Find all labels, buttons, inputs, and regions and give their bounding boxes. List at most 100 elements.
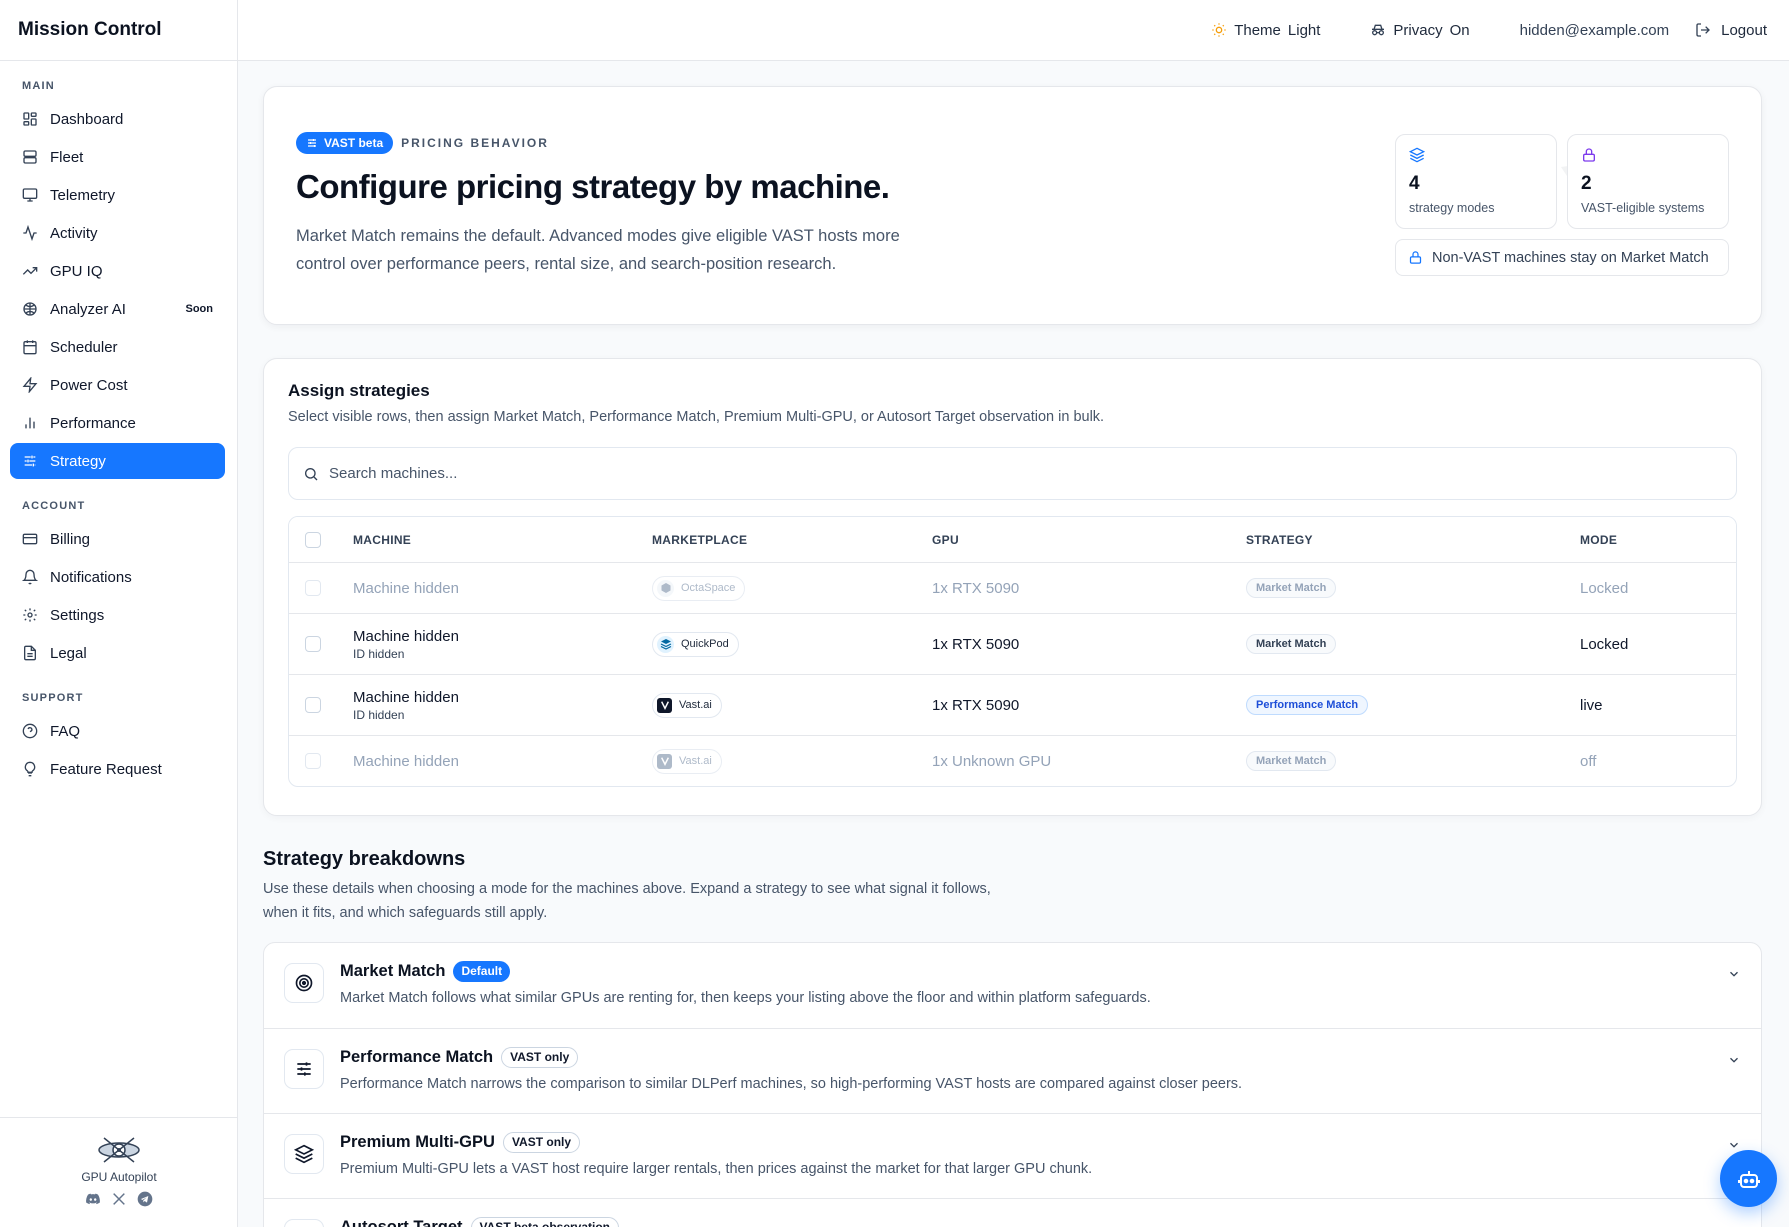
row-checkbox[interactable] <box>305 636 321 652</box>
marketplace-name: Vast.ai <box>679 699 712 711</box>
logout-icon <box>1695 22 1711 38</box>
strategy-badge: Market Match <box>1246 751 1337 771</box>
sidebar-item-label: Notifications <box>50 568 132 586</box>
sidebar-item-faq[interactable]: FAQ <box>10 713 225 749</box>
strategy-description: Premium Multi-GPU lets a VAST host requi… <box>340 1161 1093 1177</box>
table-header: MACHINE MARKETPLACE GPU STRATEGY MODE <box>289 517 1736 562</box>
chevron-down-icon[interactable] <box>1727 967 1741 981</box>
select-all-checkbox[interactable] <box>305 531 321 548</box>
hero-description: Market Match remains the default. Advanc… <box>296 227 900 273</box>
mode-cell: off <box>1580 752 1597 770</box>
sidebar-item-feature-request[interactable]: Feature Request <box>10 751 225 787</box>
column-header-machine[interactable]: MACHINE <box>353 533 652 547</box>
discord-icon[interactable] <box>85 1191 101 1207</box>
main-content: VAST beta PRICING BEHAVIOR Configure pri… <box>238 61 1789 1227</box>
accordion-item-performance-match[interactable]: Performance Match VAST only Performance … <box>264 1028 1761 1113</box>
row-checkbox[interactable] <box>305 753 321 769</box>
chevron-down-icon[interactable] <box>1727 1053 1741 1067</box>
sidebar-item-strategy[interactable]: Strategy <box>10 443 225 479</box>
vast-beta-text: VAST beta <box>324 136 384 150</box>
nav-section-main: MAIN <box>22 80 55 92</box>
machine-name: Machine hidden <box>353 752 459 770</box>
sun-icon <box>1211 22 1227 38</box>
incognito-icon <box>1370 22 1386 38</box>
soon-badge: Soon <box>185 303 214 315</box>
lock-icon <box>1581 147 1715 163</box>
social-links <box>85 1191 153 1207</box>
strategy-title: Autosort Target <box>340 1218 463 1227</box>
row-checkbox[interactable] <box>305 580 321 596</box>
telegram-icon[interactable] <box>137 1191 153 1207</box>
machine-name: Machine hidden <box>353 579 459 597</box>
user-email: hidden@example.com <box>1519 21 1670 39</box>
monitor-icon <box>22 187 38 203</box>
search-input[interactable] <box>329 465 1722 482</box>
sidebar-item-legal[interactable]: Legal <box>10 635 225 671</box>
sidebar-item-notifications[interactable]: Notifications <box>10 559 225 595</box>
table-row[interactable]: Machine hidden OctaSpace 1x RTX 5090 Mar… <box>289 562 1736 613</box>
nav-section-support: SUPPORT <box>22 692 84 704</box>
sidebar-item-label: Settings <box>50 606 105 624</box>
sidebar-item-performance[interactable]: Performance <box>10 405 225 441</box>
column-header-gpu[interactable]: GPU <box>932 533 1246 547</box>
logout-label: Logout <box>1721 21 1767 39</box>
robot-icon <box>1737 1167 1761 1191</box>
sidebar-item-label: Dashboard <box>50 110 124 128</box>
assign-strategies-card: Assign strategies Select visible rows, t… <box>263 358 1762 816</box>
strategy-badge: Performance Match <box>1246 695 1369 715</box>
gear-icon <box>22 607 38 623</box>
sidebar-item-scheduler[interactable]: Scheduler <box>10 329 225 365</box>
sidebar-item-power-cost[interactable]: Power Cost <box>10 367 225 403</box>
accordion-item-premium-multi-gpu[interactable]: Premium Multi-GPU VAST only Premium Mult… <box>264 1113 1761 1198</box>
theme-toggle[interactable]: Theme Light <box>1211 22 1320 39</box>
vast-logo-icon <box>657 697 672 713</box>
bar-chart-icon <box>22 415 38 431</box>
strategy-title: Market Match <box>340 962 446 980</box>
sliders-icon <box>306 137 318 149</box>
sidebar-item-billing[interactable]: Billing <box>10 521 225 557</box>
stat-vast-eligible: 2 VAST-eligible systems <box>1567 134 1729 229</box>
autopilot-logo <box>94 1132 144 1166</box>
x-twitter-icon[interactable] <box>111 1191 127 1207</box>
column-header-strategy[interactable]: STRATEGY <box>1246 533 1580 547</box>
layers-icon <box>1409 147 1543 163</box>
sidebar-item-settings[interactable]: Settings <box>10 597 225 633</box>
logout-button[interactable]: Logout <box>1695 22 1767 39</box>
layers-icon <box>294 1144 314 1164</box>
sidebar-item-analyzer-ai[interactable]: Analyzer AI Soon <box>10 291 225 327</box>
sidebar-item-activity[interactable]: Activity <box>10 215 225 251</box>
strategy-description: Market Match follows what similar GPUs a… <box>340 990 1151 1006</box>
privacy-toggle[interactable]: Privacy On <box>1370 21 1470 39</box>
accordion-item-autosort-target[interactable]: Autosort Target VAST beta observation <box>264 1198 1761 1227</box>
chevron-down-icon[interactable] <box>1727 1138 1741 1152</box>
column-header-mode[interactable]: MODE <box>1580 533 1736 547</box>
strategy-badge: Market Match <box>1246 578 1337 598</box>
sidebar-item-gpu-iq[interactable]: GPU IQ <box>10 253 225 289</box>
calendar-icon <box>22 339 38 355</box>
sliders-icon <box>22 453 38 469</box>
activity-icon <box>22 225 38 241</box>
search-box[interactable] <box>288 447 1737 500</box>
table-row[interactable]: Machine hidden ID hidden QuickPod 1x RTX… <box>289 613 1736 674</box>
privacy-label: Privacy <box>1393 21 1443 39</box>
sidebar-item-fleet[interactable]: Fleet <box>10 139 225 175</box>
machine-name: Machine hidden <box>353 688 459 706</box>
strategy-description: Performance Match narrows the comparison… <box>340 1076 1243 1092</box>
table-row[interactable]: Machine hidden ID hidden Vast.ai 1x RTX … <box>289 674 1736 735</box>
assistant-bot-button[interactable] <box>1720 1150 1777 1207</box>
vast-beta-badge: VAST beta <box>296 132 394 154</box>
theme-label: Theme <box>1234 21 1281 39</box>
search-icon <box>303 466 319 482</box>
theme-value: Light <box>1287 21 1321 39</box>
hero-card: VAST beta PRICING BEHAVIOR Configure pri… <box>263 86 1762 325</box>
column-header-marketplace[interactable]: MARKETPLACE <box>652 533 932 547</box>
brain-icon <box>22 301 38 317</box>
table-row[interactable]: Machine hidden Vast.ai 1x Unknown GPU Ma… <box>289 735 1736 786</box>
strategy-accordion: Market Match Default Market Match follow… <box>263 942 1762 1227</box>
accordion-item-market-match[interactable]: Market Match Default Market Match follow… <box>264 943 1761 1028</box>
vast-only-badge: VAST only <box>501 1047 579 1068</box>
assign-title: Assign strategies <box>288 381 430 400</box>
row-checkbox[interactable] <box>305 697 321 713</box>
sidebar-item-dashboard[interactable]: Dashboard <box>10 101 225 137</box>
sidebar-item-telemetry[interactable]: Telemetry <box>10 177 225 213</box>
